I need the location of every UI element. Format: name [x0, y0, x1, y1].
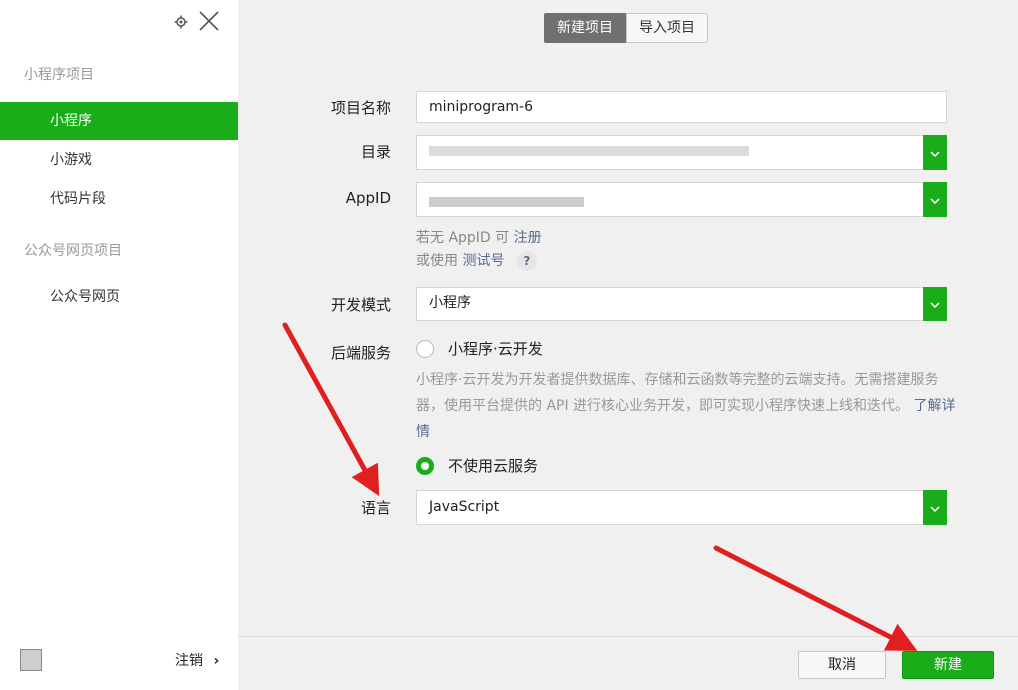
cloud-desc-text: 小程序·云开发为开发者提供数据库、存储和云函数等完整的云端支持。无需搭建服务器，… [416, 372, 939, 414]
cloud-dev-option[interactable]: 小程序·云开发 [416, 338, 543, 359]
help-icon[interactable]: ? [516, 251, 537, 271]
project-name-input[interactable]: miniprogram-6 [416, 91, 947, 123]
sidebar-item-minigame[interactable]: 小游戏 [0, 141, 238, 179]
project-name-value: miniprogram-6 [429, 99, 534, 115]
chevron-down-icon [930, 145, 940, 161]
avatar[interactable] [20, 649, 42, 671]
dev-mode-select[interactable]: 小程序 [416, 287, 947, 321]
sidebar-footer: 注销 › [0, 632, 238, 690]
dev-mode-label: 开发模式 [330, 296, 391, 314]
language-select[interactable]: JavaScript [416, 490, 947, 525]
tab-import-project[interactable]: 导入项目 [626, 13, 708, 43]
chevron-right-icon: › [213, 653, 220, 669]
footer-bar: 取消 新建 [238, 636, 1018, 690]
cloud-dev-description: 小程序·云开发为开发者提供数据库、存储和云函数等完整的云端支持。无需搭建服务器，… [416, 367, 956, 445]
no-cloud-option[interactable]: 不使用云服务 [416, 455, 538, 476]
create-button[interactable]: 新建 [902, 651, 994, 679]
directory-label: 目录 [360, 143, 391, 161]
register-link[interactable]: 注册 [514, 230, 542, 246]
directory-input[interactable] [416, 135, 947, 170]
no-cloud-radio[interactable] [416, 456, 434, 475]
cloud-dev-label: 小程序·云开发 [448, 340, 543, 358]
appid-input[interactable] [416, 182, 947, 217]
chevron-down-icon [930, 500, 940, 516]
sidebar-item-official-webpage[interactable]: 公众号网页 [0, 278, 238, 316]
cloud-dev-radio[interactable] [416, 339, 434, 358]
group-official-account-projects: 公众号网页项目 [24, 243, 122, 259]
backend-service-label: 后端服务 [330, 344, 391, 362]
logout-button[interactable]: 注销 › [175, 650, 219, 670]
project-tabs: 新建项目 导入项目 [544, 13, 708, 43]
dev-mode-value: 小程序 [429, 295, 471, 311]
language-label: 语言 [360, 499, 391, 517]
test-account-hint: 或使用 测试号 ? [416, 250, 537, 271]
main-panel: 新建项目 导入项目 项目名称 miniprogram-6 目录 AppID 若无… [238, 0, 1018, 690]
sidebar-item-code-snippet[interactable]: 代码片段 [0, 180, 238, 218]
language-dropdown-button[interactable] [923, 490, 947, 525]
logout-label: 注销 [175, 653, 203, 669]
language-value: JavaScript [429, 499, 500, 515]
appid-register-hint: 若无 AppID 可 注册 [416, 227, 542, 247]
cancel-button[interactable]: 取消 [798, 651, 886, 679]
directory-dropdown-button[interactable] [923, 135, 947, 170]
no-cloud-label: 不使用云服务 [448, 457, 539, 475]
project-name-label: 项目名称 [330, 99, 391, 117]
dev-mode-dropdown-button[interactable] [923, 287, 947, 321]
test-account-link[interactable]: 测试号 [462, 253, 504, 269]
close-icon[interactable] [198, 10, 220, 36]
sidebar: 小程序项目 小程序 小游戏 代码片段 公众号网页项目 公众号网页 注销 › [0, 0, 238, 690]
chevron-down-icon [930, 296, 940, 312]
appid-dropdown-button[interactable] [923, 182, 947, 217]
settings-icon[interactable] [174, 14, 188, 33]
window-controls [174, 10, 220, 36]
chevron-down-icon [930, 192, 940, 208]
redacted-appid [429, 197, 584, 207]
tab-new-project[interactable]: 新建项目 [544, 13, 626, 43]
group-miniprogram-projects: 小程序项目 [24, 67, 94, 83]
appid-label: AppID [345, 189, 391, 207]
redacted-path [429, 146, 749, 156]
sidebar-item-miniprogram[interactable]: 小程序 [0, 102, 238, 140]
appid-hint-text: 若无 AppID 可 [416, 230, 510, 246]
test-hint-text: 或使用 [416, 253, 458, 269]
